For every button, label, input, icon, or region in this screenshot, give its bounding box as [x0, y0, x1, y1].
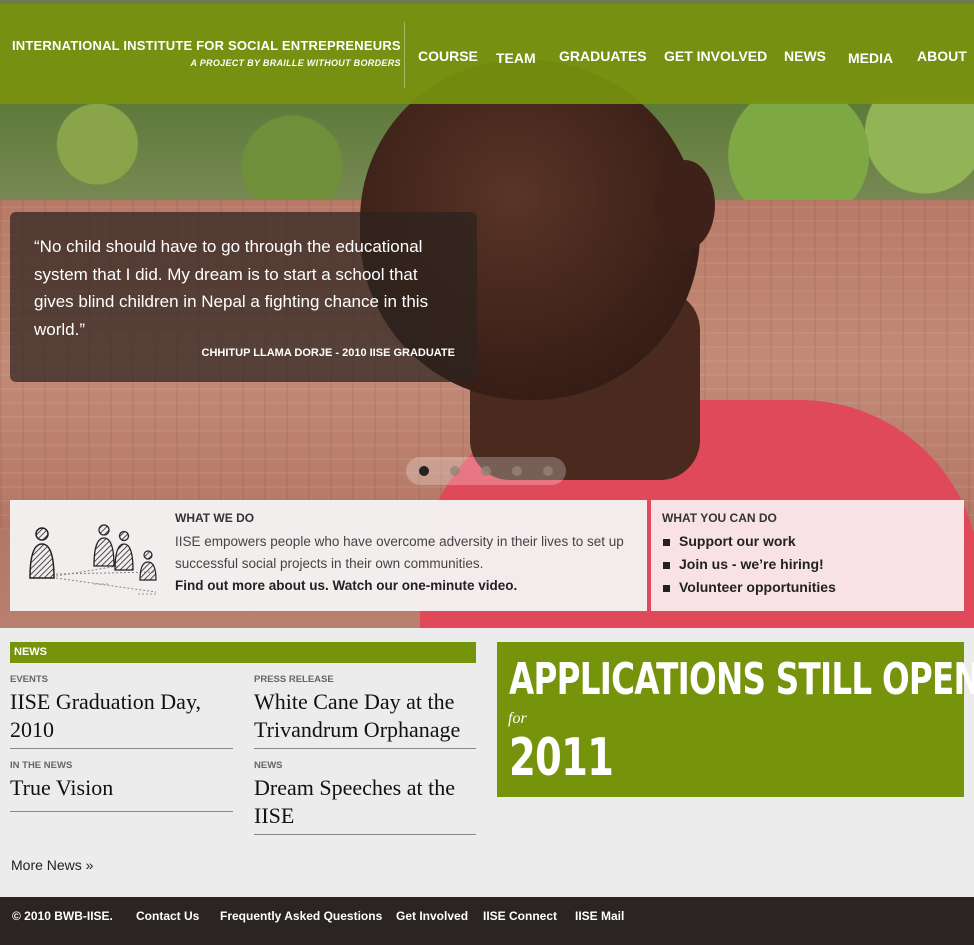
- slider-dot-5[interactable]: [543, 466, 553, 476]
- news-item-title: Dream Speeches at the IISE: [254, 775, 455, 828]
- news-item-category: EVENTS: [10, 674, 49, 685]
- news-item-category: IN THE NEWS: [10, 760, 73, 771]
- volunteer-opportunities-link[interactable]: Volunteer opportunities: [662, 576, 836, 599]
- footer-link-iise-connect[interactable]: IISE Connect: [483, 909, 557, 923]
- what-we-do-panel: WHAT WE DO IISE empowers people who have…: [10, 500, 647, 611]
- hero-person-ear: [655, 160, 715, 250]
- what-you-can-do-panel: WHAT YOU CAN DO Support our work Join us…: [651, 500, 964, 611]
- applications-year: 2011: [509, 728, 614, 788]
- slider-dot-3[interactable]: [481, 466, 491, 476]
- hero-quote: “No child should have to go through the …: [34, 237, 429, 339]
- about-video-link[interactable]: Find out more about us. Watch our one-mi…: [175, 575, 635, 597]
- site-header: INTERNATIONAL INSTITUTE FOR SOCIAL ENTRE…: [0, 4, 974, 104]
- nav-item-get-involved[interactable]: GET INVOLVED: [664, 48, 767, 64]
- what-we-do-body: IISE empowers people who have overcome a…: [175, 534, 624, 571]
- slider-pagination: [406, 457, 566, 485]
- main-nav: COURSE TEAM GRADUATES GET INVOLVED NEWS …: [0, 48, 974, 68]
- applications-for: for: [508, 710, 527, 727]
- what-you-can-do-label: WHAT YOU CAN DO: [662, 511, 777, 525]
- people-growth-illustration-icon: [29, 524, 158, 595]
- slider-dot-1[interactable]: [419, 466, 429, 476]
- news-item[interactable]: PRESS RELEASE White Cane Day at the Triv…: [254, 674, 476, 749]
- news-section-title: NEWS: [14, 646, 47, 658]
- applications-open-banner[interactable]: APPLICATIONS STILL OPEN for 2011: [497, 642, 974, 797]
- join-us-hiring-link[interactable]: Join us - we’re hiring!: [662, 553, 836, 576]
- footer-link-contact-us[interactable]: Contact Us: [136, 909, 199, 923]
- applications-headline: APPLICATIONS STILL OPEN: [509, 654, 974, 705]
- nav-item-course[interactable]: COURSE: [418, 48, 478, 64]
- slider-dot-2[interactable]: [450, 466, 460, 476]
- nav-item-media[interactable]: MEDIA: [848, 50, 893, 66]
- news-section-header: NEWS: [10, 642, 476, 663]
- news-item-category: NEWS: [254, 760, 283, 771]
- nav-item-news[interactable]: NEWS: [784, 48, 826, 64]
- news-item-title: True Vision: [10, 775, 114, 800]
- news-item-category: PRESS RELEASE: [254, 674, 334, 685]
- nav-item-team[interactable]: TEAM: [496, 50, 536, 66]
- more-news-link[interactable]: More News »: [11, 857, 93, 873]
- hero-quote-box: “No child should have to go through the …: [10, 212, 477, 382]
- slider-dot-4[interactable]: [512, 466, 522, 476]
- what-we-do-label: WHAT WE DO: [175, 511, 255, 525]
- news-item[interactable]: IN THE NEWS True Vision: [10, 760, 233, 812]
- news-item[interactable]: NEWS Dream Speeches at the IISE: [254, 760, 476, 835]
- footer-link-faq[interactable]: Frequently Asked Questions: [220, 909, 382, 923]
- footer-link-iise-mail[interactable]: IISE Mail: [575, 909, 624, 923]
- news-item[interactable]: EVENTS IISE Graduation Day, 2010: [10, 674, 233, 749]
- nav-item-graduates[interactable]: GRADUATES: [559, 48, 647, 64]
- nav-item-about[interactable]: ABOUT: [917, 48, 967, 64]
- site-footer: © 2010 BWB-IISE. Contact Us Frequently A…: [0, 897, 974, 945]
- support-our-work-link[interactable]: Support our work: [662, 530, 836, 553]
- news-item-title: White Cane Day at the Trivandrum Orphana…: [254, 689, 461, 742]
- footer-link-get-involved[interactable]: Get Involved: [396, 909, 468, 923]
- footer-copyright: © 2010 BWB-IISE.: [12, 909, 113, 923]
- news-item-title: IISE Graduation Day, 2010: [10, 689, 202, 742]
- hero-quote-attribution: CHHITUP LLAMA DORJE - 2010 IISE GRADUATE: [201, 347, 455, 359]
